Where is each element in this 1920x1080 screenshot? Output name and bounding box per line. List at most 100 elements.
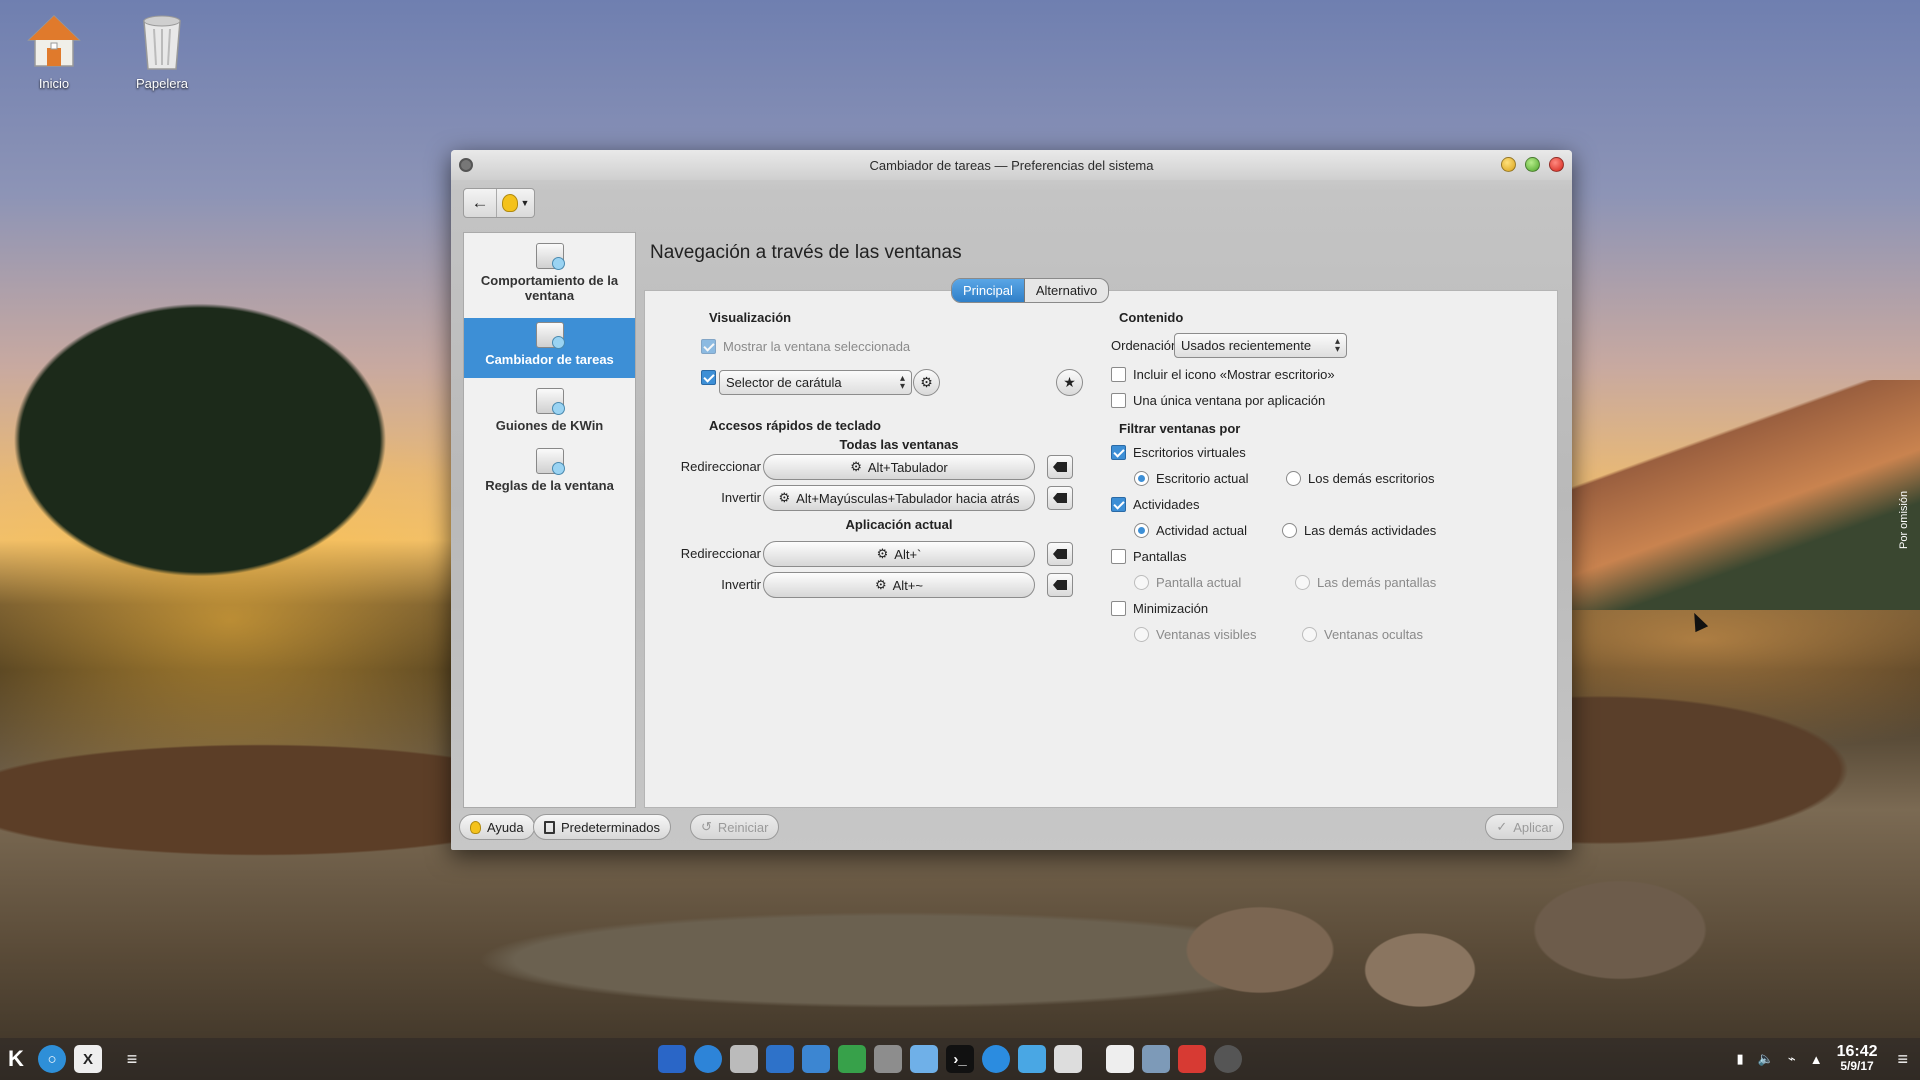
menu-lines-icon[interactable]: ≡ xyxy=(1897,1049,1908,1070)
spreadsheet-icon[interactable] xyxy=(838,1045,866,1073)
bird-icon[interactable] xyxy=(730,1045,758,1073)
current-activity-radio[interactable] xyxy=(1134,523,1149,538)
show-selected-window-label: Mostrar la ventana seleccionada xyxy=(723,339,911,354)
minimize-button[interactable] xyxy=(1501,157,1516,172)
include-desktop-option: Incluir el icono «Mostrar escritorio» xyxy=(1111,367,1335,382)
screens-checkbox[interactable] xyxy=(1111,549,1126,564)
get-new-skins-button[interactable]: ★ xyxy=(1056,369,1083,396)
other-screens-radio[interactable] xyxy=(1295,575,1310,590)
filter-screens-option: Pantallas xyxy=(1111,549,1186,564)
other-screens-option: Las demás pantallas xyxy=(1295,575,1436,590)
system-tray: ▮ 🔈 ⌁ ▲ 16:42 5/9/17 ≡ xyxy=(1737,1038,1908,1080)
desktop-icon-trash[interactable]: Papelera xyxy=(122,10,202,91)
desktop-icon-home[interactable]: Inicio xyxy=(14,10,94,91)
file-manager-icon[interactable] xyxy=(658,1045,686,1073)
finder-icon[interactable] xyxy=(910,1045,938,1073)
sidebar-item-window-rules[interactable]: Reglas de la ventana xyxy=(464,444,635,498)
clear-app-forward-button[interactable] xyxy=(1047,542,1073,566)
all-reverse-shortcut-button[interactable]: ⚙ Alt+Mayúsculas+Tabulador hacia atrás xyxy=(763,485,1035,511)
app-reverse-shortcut-button[interactable]: ⚙ Alt+~ xyxy=(763,572,1035,598)
document-editor-icon[interactable] xyxy=(802,1045,830,1073)
sort-order-combo[interactable]: Usados recientemente ▴ ▾ xyxy=(1174,333,1347,358)
browser-icon[interactable] xyxy=(982,1045,1010,1073)
settings-icon[interactable] xyxy=(874,1045,902,1073)
trash-task-icon[interactable] xyxy=(1178,1045,1206,1073)
current-desktop-option: Escritorio actual xyxy=(1134,471,1248,486)
skin-selector-checkbox[interactable] xyxy=(701,370,716,385)
tab-alternativo[interactable]: Alternativo xyxy=(1025,279,1108,302)
help-button[interactable]: Ayuda xyxy=(459,814,535,840)
maximize-button[interactable] xyxy=(1525,157,1540,172)
skin-selector-combo[interactable]: Selector de carátula ▴ ▾ xyxy=(719,370,912,395)
compass-icon[interactable] xyxy=(694,1045,722,1073)
activities-checkbox[interactable] xyxy=(1111,497,1126,512)
hidden-windows-radio[interactable] xyxy=(1302,627,1317,642)
sort-order-value: Usados recientemente xyxy=(1181,338,1312,353)
all-forward-shortcut-button[interactable]: ⚙ Alt+Tabulador xyxy=(763,454,1035,480)
one-per-app-checkbox[interactable] xyxy=(1111,393,1126,408)
desktop-side-panel-tab[interactable]: Por omisión xyxy=(1898,470,1920,570)
virtual-desktops-checkbox[interactable] xyxy=(1111,445,1126,460)
configure-skin-button[interactable]: ⚙ xyxy=(913,369,940,396)
kde-launcher-icon[interactable]: K xyxy=(2,1045,30,1073)
clock[interactable]: 16:42 5/9/17 xyxy=(1837,1044,1878,1074)
menu-lines-icon[interactable]: ≡ xyxy=(118,1045,146,1073)
include-desktop-checkbox[interactable] xyxy=(1111,367,1126,382)
section-shortcuts-title: Accesos rápidos de teclado xyxy=(709,418,881,433)
other-desktops-radio[interactable] xyxy=(1286,471,1301,486)
sidebar-item-label: Comportamiento de la ventana xyxy=(480,273,619,303)
page-title: Navegación a través de las ventanas xyxy=(650,242,962,263)
visible-windows-radio[interactable] xyxy=(1134,627,1149,642)
volume-icon[interactable]: 🔈 xyxy=(1758,1051,1774,1067)
app-forward-shortcut-button[interactable]: ⚙ Alt+` xyxy=(763,541,1035,567)
other-activities-radio[interactable] xyxy=(1282,523,1297,538)
maps-icon[interactable] xyxy=(1142,1045,1170,1073)
sidebar-item-window-behavior[interactable]: Comportamiento de la ventana xyxy=(464,239,635,312)
system-settings-task-icon[interactable] xyxy=(1054,1045,1082,1073)
reset-button[interactable]: ↺ Reiniciar xyxy=(690,814,780,840)
screens-label: Pantallas xyxy=(1133,549,1187,564)
filter-activities-option: Actividades xyxy=(1111,497,1199,512)
window-menu-icon[interactable] xyxy=(459,158,473,172)
defaults-button[interactable]: Predeterminados xyxy=(533,814,671,840)
app-reverse-shortcut-value: Alt+~ xyxy=(892,577,923,593)
battery-icon[interactable]: ▮ xyxy=(1737,1051,1744,1067)
window-title: Cambiador de tareas — Preferencias del s… xyxy=(869,157,1154,173)
backspace-icon xyxy=(1053,493,1067,503)
hidden-windows-label: Ventanas ocultas xyxy=(1324,627,1424,642)
clear-app-reverse-button[interactable] xyxy=(1047,573,1073,597)
minimization-checkbox[interactable] xyxy=(1111,601,1126,616)
sidebar-item-kwin-scripts[interactable]: Guiones de KWin xyxy=(464,384,635,438)
hint-menu-button[interactable]: ▼ xyxy=(496,189,534,217)
package-icon[interactable] xyxy=(1018,1045,1046,1073)
clear-all-reverse-button[interactable] xyxy=(1047,486,1073,510)
chevron-up-icon[interactable]: ▲ xyxy=(1810,1052,1823,1067)
reset-button-label: Reiniciar xyxy=(717,819,769,835)
mail-icon[interactable] xyxy=(766,1045,794,1073)
apply-button[interactable]: ✓ Aplicar xyxy=(1485,814,1564,840)
sidebar-item-task-switcher[interactable]: Cambiador de tareas xyxy=(464,318,635,378)
close-button[interactable] xyxy=(1549,157,1564,172)
notes-icon[interactable] xyxy=(1106,1045,1134,1073)
dashboard-icon[interactable] xyxy=(1214,1045,1242,1073)
show-selected-window-checkbox[interactable] xyxy=(701,339,716,354)
desktop-icon-label: Inicio xyxy=(38,76,70,91)
tab-principal[interactable]: Principal xyxy=(952,279,1025,302)
search-icon[interactable]: ○ xyxy=(38,1045,66,1073)
wallpaper-rocks xyxy=(1140,870,1840,1040)
x-window-icon[interactable]: X xyxy=(74,1045,102,1073)
system-settings-window: Cambiador de tareas — Preferencias del s… xyxy=(451,150,1572,850)
window-titlebar[interactable]: Cambiador de tareas — Preferencias del s… xyxy=(451,150,1572,180)
gear-icon: ⚙ xyxy=(920,374,933,390)
paperclip-icon[interactable]: ⌁ xyxy=(1788,1051,1796,1067)
current-activity-option: Actividad actual xyxy=(1134,523,1247,538)
terminal-icon[interactable]: ›_ xyxy=(946,1045,974,1073)
back-button[interactable]: ← xyxy=(464,189,496,217)
app-forward-shortcut-value: Alt+` xyxy=(894,546,922,562)
taskbar: K ○ X ≡ ›_ ▮ 🔈 ⌁ ▲ 16:42 5/9/17 ≡ xyxy=(0,1038,1920,1080)
current-screen-radio[interactable] xyxy=(1134,575,1149,590)
clear-all-forward-button[interactable] xyxy=(1047,455,1073,479)
app-dock: ›_ xyxy=(658,1045,1242,1073)
clock-date: 5/9/17 xyxy=(1840,1059,1874,1073)
current-desktop-radio[interactable] xyxy=(1134,471,1149,486)
